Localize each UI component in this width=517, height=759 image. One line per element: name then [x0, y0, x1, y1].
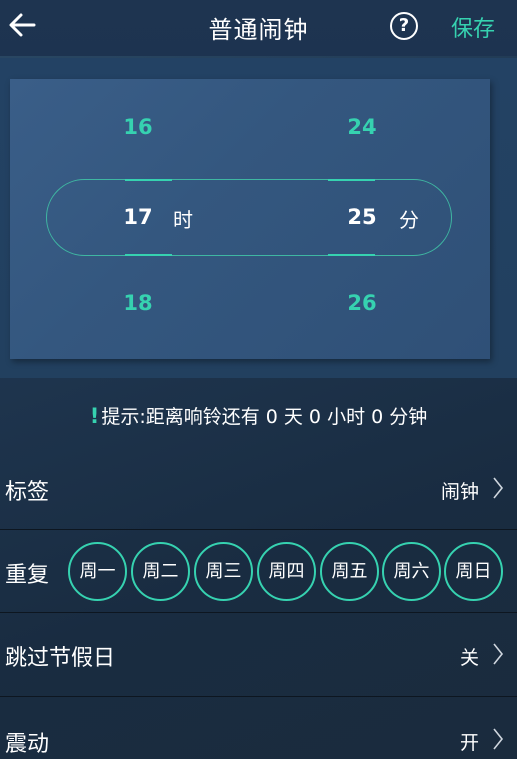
skip-holidays-row[interactable]: 跳过节假日 关 — [0, 613, 517, 697]
hour-prev[interactable]: 16 — [108, 115, 168, 139]
minute-next[interactable]: 26 — [332, 291, 392, 315]
help-icon[interactable]: ? — [390, 12, 418, 40]
day-toggle-sat[interactable]: 周六 — [382, 542, 441, 601]
hour-selection-line-top — [125, 179, 172, 181]
minute-unit: 分 — [399, 208, 419, 232]
hour-selected[interactable]: 17 — [108, 205, 168, 229]
time-picker-section: 16 17 时 18 24 25 分 26 — [0, 58, 517, 378]
countdown-hint: ! 提示:距离响铃还有 0 天 0 小时 0 分钟 — [0, 402, 517, 429]
day-toggle-sun[interactable]: 周日 — [444, 542, 503, 601]
vibrate-title: 震动 — [5, 732, 50, 757]
vibrate-setting-row[interactable]: 震动 开 — [0, 697, 517, 759]
day-toggle-mon[interactable]: 周一 — [68, 542, 127, 601]
hour-unit: 时 — [173, 208, 193, 232]
day-toggle-tue[interactable]: 周二 — [131, 542, 190, 601]
label-setting-row[interactable]: 标签 闹钟 — [0, 448, 517, 530]
day-toggle-thu[interactable]: 周四 — [257, 542, 316, 601]
skip-holidays-title: 跳过节假日 — [5, 646, 116, 671]
hour-selection-line-bottom — [125, 254, 172, 256]
skip-holidays-value: 关 — [459, 647, 479, 669]
minute-prev[interactable]: 24 — [332, 115, 392, 139]
hint-text: 提示:距离响铃还有 0 天 0 小时 0 分钟 — [101, 406, 428, 428]
label-row-value: 闹钟 — [440, 481, 479, 503]
hour-next[interactable]: 18 — [108, 291, 168, 315]
label-row-title: 标签 — [5, 480, 50, 505]
page-title: 普通闹钟 — [208, 16, 309, 44]
vibrate-value: 开 — [459, 732, 479, 754]
minute-selection-line-top — [328, 179, 375, 181]
repeat-row-title: 重复 — [5, 563, 50, 588]
app-header: 普通闹钟 ? 保存 — [0, 0, 517, 56]
day-toggle-fri[interactable]: 周五 — [320, 542, 379, 601]
chevron-right-icon — [493, 477, 504, 499]
minute-selected[interactable]: 25 — [332, 205, 392, 229]
exclamation-icon: ! — [89, 404, 100, 428]
time-picker[interactable]: 16 17 时 18 24 25 分 26 — [10, 79, 490, 359]
chevron-right-icon — [493, 728, 504, 750]
save-button[interactable]: 保存 — [451, 11, 495, 43]
chevron-right-icon — [493, 643, 504, 665]
day-toggle-wed[interactable]: 周三 — [194, 542, 253, 601]
repeat-setting-row: 重复 周一 周二 周三 周四 周五 周六 周日 — [0, 530, 517, 613]
minute-selection-line-bottom — [328, 254, 375, 256]
